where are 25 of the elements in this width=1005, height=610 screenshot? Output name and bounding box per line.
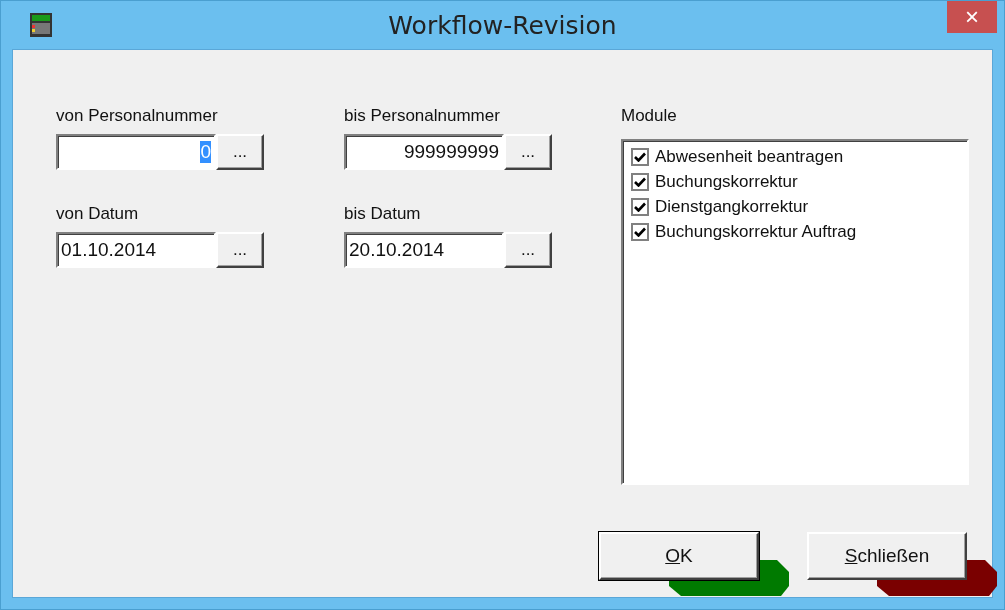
checkbox[interactable] — [631, 223, 649, 241]
module-label: Abwesenheit beantragen — [655, 147, 844, 167]
module-label: Buchungskorrektur Auftrag — [655, 222, 857, 242]
module-label: Buchungskorrektur — [655, 172, 798, 192]
dialog-button[interactable]: Schließen — [807, 532, 967, 580]
field-label: von Datum — [56, 204, 140, 224]
dialog-button[interactable]: OK — [599, 532, 759, 580]
checkbox[interactable] — [631, 173, 649, 191]
field-label: von Personalnummer — [56, 106, 219, 126]
module-label: Dienstgangkorrektur — [655, 197, 809, 217]
modules-label: Module — [621, 106, 678, 126]
checkbox[interactable] — [631, 198, 649, 216]
field-label: bis Datum — [344, 204, 422, 224]
browse-button[interactable]: ... — [216, 134, 264, 170]
input-field[interactable]: 999999999 — [344, 134, 504, 170]
browse-button[interactable]: ... — [216, 232, 264, 268]
browse-button[interactable]: ... — [504, 232, 552, 268]
window-title: Workflow-Revision — [388, 10, 617, 40]
browse-button[interactable]: ... — [504, 134, 552, 170]
close-button[interactable]: × — [947, 1, 997, 33]
app-icon — [30, 13, 52, 37]
input-field[interactable]: 20.10.2014 — [344, 232, 504, 268]
field-label: bis Personalnummer — [344, 106, 501, 126]
input-field[interactable]: 01.10.2014 — [56, 232, 216, 268]
checkbox[interactable] — [631, 148, 649, 166]
